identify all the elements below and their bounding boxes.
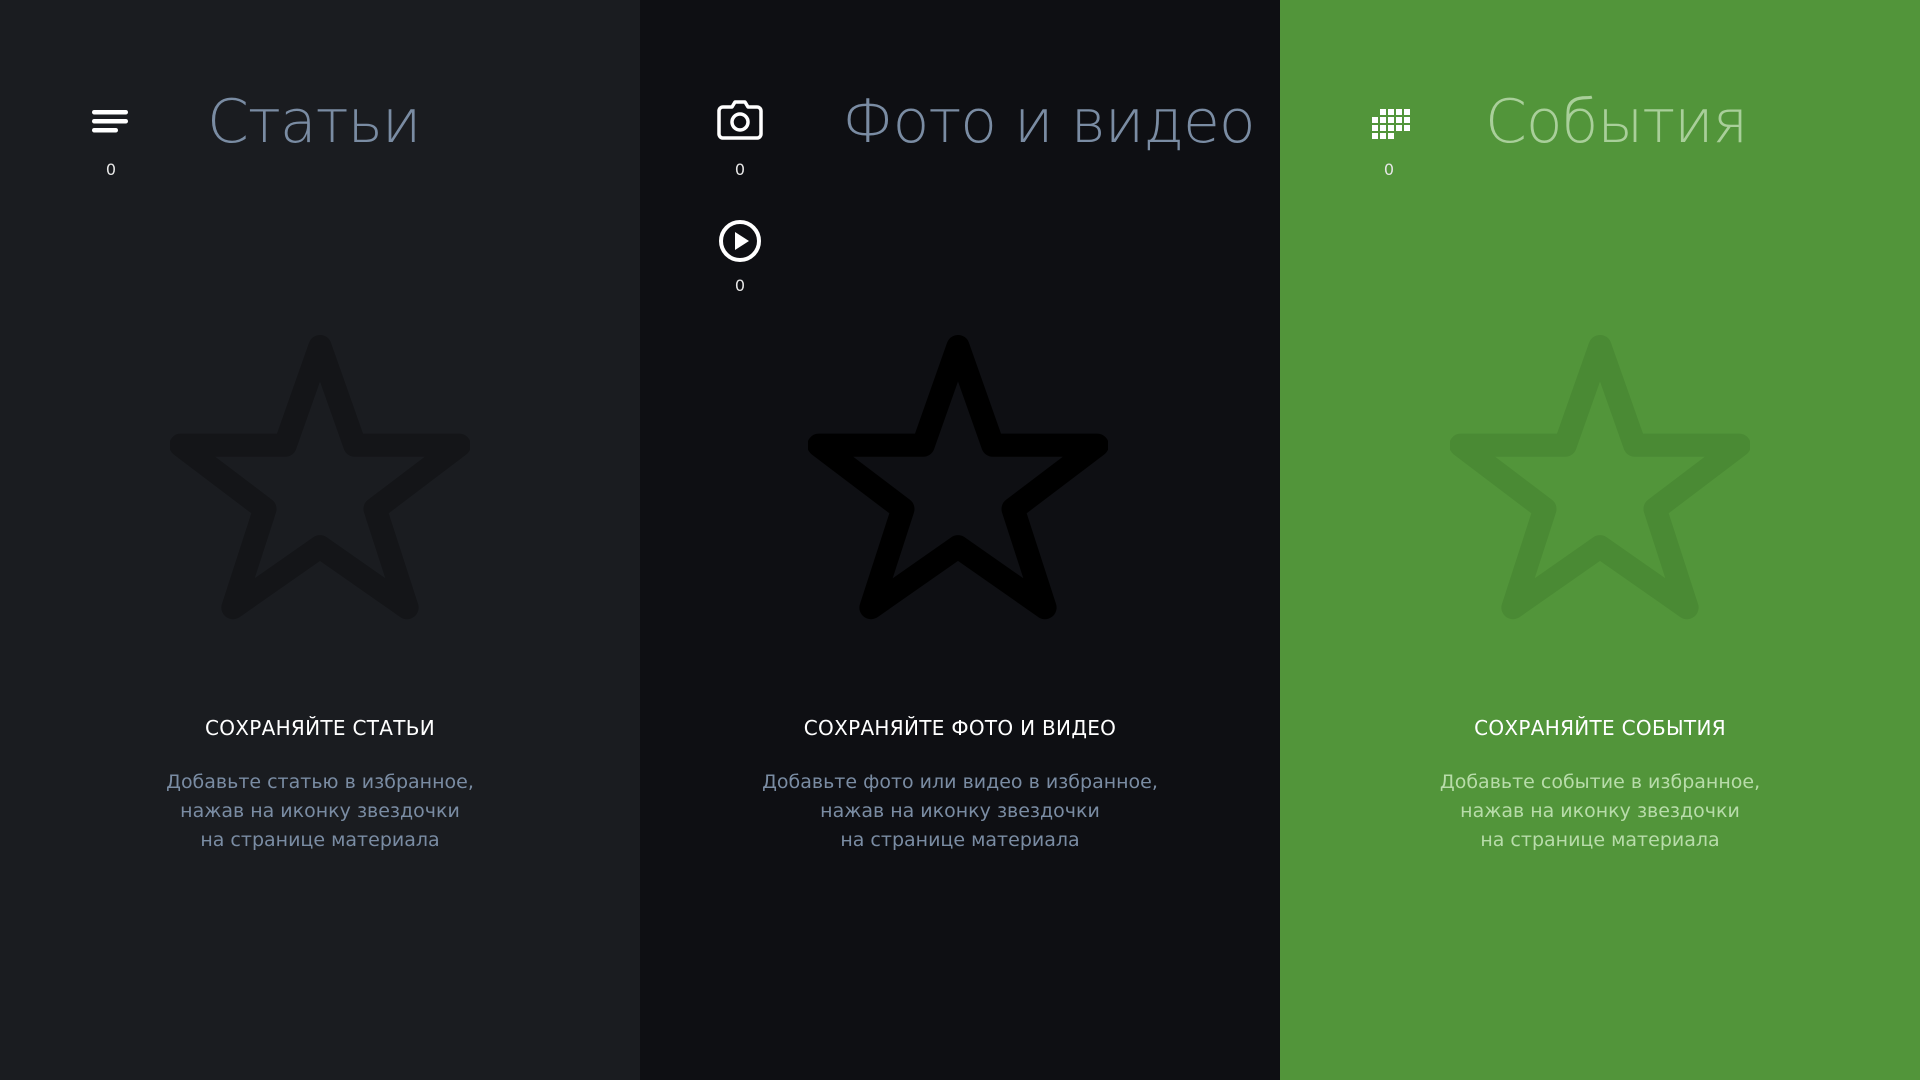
photo-video-panel: 0 0 Фото и видео СОХРАНЯЙТЕ ФОТО И ВИДЕО… (640, 0, 1280, 1080)
play-icon[interactable] (717, 218, 763, 264)
events-panel: 0 События СОХРАНЯЙТЕ СОБЫТИЯ Добавьте со… (1280, 0, 1920, 1080)
camera-icon[interactable] (716, 98, 764, 142)
page-title: События (1485, 87, 1748, 157)
empty-state-line: Добавьте событие в избранное, (1439, 771, 1761, 793)
star-outline-icon (808, 335, 1108, 620)
page-title: Статьи (207, 87, 421, 157)
star-outline-icon (1450, 335, 1750, 620)
page-title: Фото и видео (842, 87, 1256, 157)
favorites-screen: 0 Статьи СОХРАНЯЙТЕ СТАТЬИ Добавьте стат… (0, 0, 1920, 1080)
empty-state-line: нажав на иконку звездочки (1460, 800, 1740, 822)
empty-state-title: СОХРАНЯЙТЕ ФОТО И ВИДЕО (803, 716, 1117, 740)
empty-state-title: СОХРАНЯЙТЕ СОБЫТИЯ (1474, 716, 1726, 740)
events-count: 0 (1383, 160, 1395, 179)
empty-state-line: нажав на иконку звездочки (180, 800, 460, 822)
empty-state-line: на странице материала (200, 829, 440, 851)
empty-state-line: на странице материала (1480, 829, 1720, 851)
list-icon[interactable] (88, 104, 132, 140)
video-count: 0 (734, 276, 746, 295)
empty-state-line: нажав на иконку звездочки (820, 800, 1100, 822)
empty-state-title: СОХРАНЯЙТЕ СТАТЬИ (204, 716, 436, 740)
grid-calendar-icon[interactable] (1366, 104, 1414, 144)
articles-count: 0 (105, 160, 117, 179)
empty-state-line: на странице материала (840, 829, 1080, 851)
empty-state-line: Добавьте статью в избранное, (166, 771, 474, 793)
empty-state-description: Добавьте статью в избранное, нажав на ик… (0, 768, 640, 855)
empty-state-description: Добавьте фото или видео в избранное, наж… (640, 768, 1280, 855)
star-outline-icon (170, 335, 470, 620)
articles-panel: 0 Статьи СОХРАНЯЙТЕ СТАТЬИ Добавьте стат… (0, 0, 640, 1080)
empty-state-description: Добавьте событие в избранное, нажав на и… (1280, 768, 1920, 855)
photo-count: 0 (734, 160, 746, 179)
empty-state-line: Добавьте фото или видео в избранное, (762, 771, 1158, 793)
